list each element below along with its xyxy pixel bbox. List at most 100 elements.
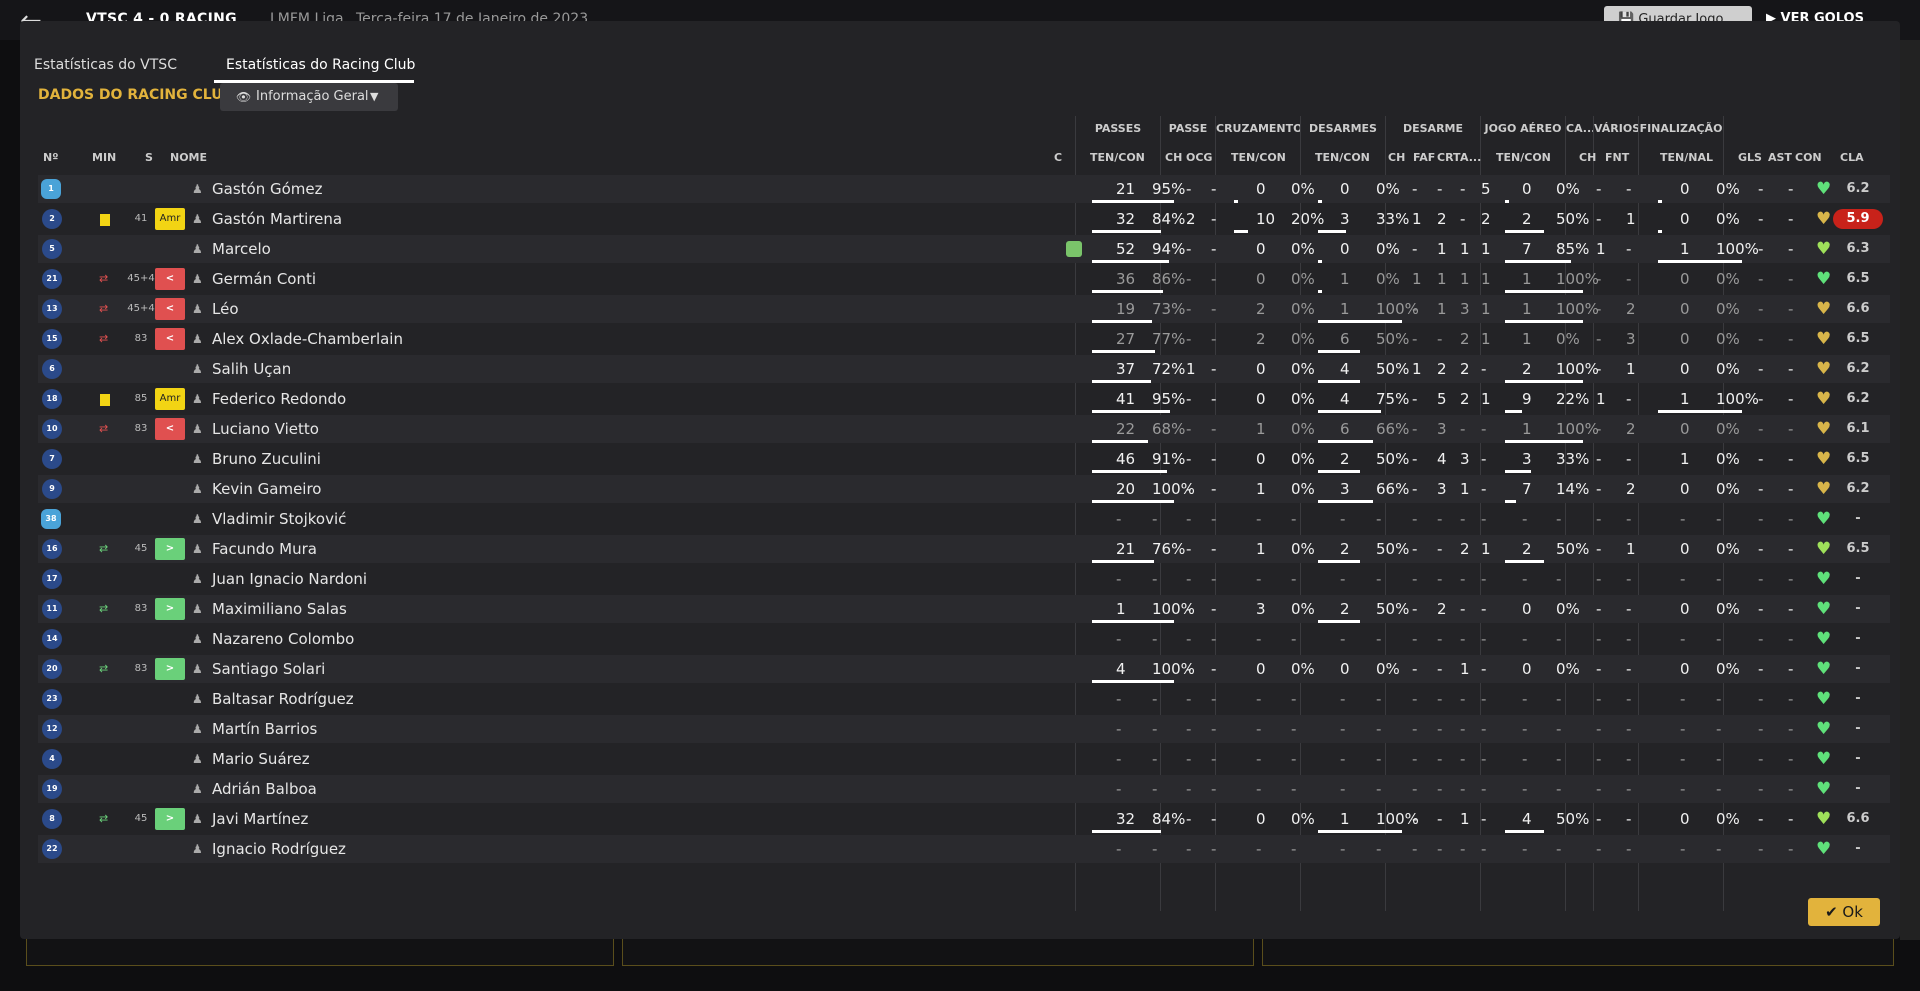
col-header-jogo-aereo[interactable]: TEN/CON [1496,151,1551,164]
table-row[interactable]: 15 ⇄ 83 < ♟ Alex Oxlade-Chamberlain 27 77% - -2 0%… [38,325,1890,353]
crosses-completed: 0% [1291,540,1315,558]
table-row[interactable]: 12 ♟ Martín Barrios - - - - - - - - - - - - - - - - - - - - ♥ - [38,715,1890,743]
view-selector[interactable]: 👁 Informação Geral ▼ [220,83,398,111]
col-header-ast[interactable]: AST [1768,151,1792,164]
stat-cell: - [1256,690,1262,708]
tab-vtsc-stats[interactable]: Estatísticas do VTSC [34,47,184,83]
player-name[interactable]: Baltasar Rodríguez [212,685,354,713]
crosses-completed: 0% [1291,360,1315,378]
stat-cell: - [1152,630,1158,648]
table-row[interactable]: 19 ♟ Adrián Balboa - - - - - - - - - - - - - - - - - - - - ♥ - [38,775,1890,803]
player-name[interactable]: Bruno Zuculini [212,445,321,473]
col-header-passe-ch[interactable]: CH [1165,151,1182,164]
morale-heart-icon: ♥ [1816,599,1832,619]
crosses-attempted: 2 [1256,330,1266,348]
col-header-faf[interactable]: FAF [1413,151,1435,164]
table-row[interactable]: 5 ♟ Marcelo 52 94% - -0 0% 0 0% -1 1 1 7 85% 1-1 100% - - ♥… [38,235,1890,263]
table-row[interactable]: 1 ♟ Gastón Gómez 21 95% - -0 0% 0 0% - - -5 0 0% - -0 0% -… [38,175,1890,203]
col-header-desarme-ch[interactable]: CH [1388,151,1405,164]
tackle-detail: 3 [1460,450,1470,468]
table-row[interactable]: 22 ♟ Ignacio Rodríguez - - - - - - - - - - - - - - - - - - - -… [38,835,1890,863]
col-header-gls[interactable]: GLS [1738,151,1762,164]
passes-completed: 91% [1152,450,1186,468]
aerial-attempted: 0 [1522,180,1532,198]
table-row[interactable]: 14 ♟ Nazareno Colombo - - - - - - - - - - - - - - - - - - - - ♥… [38,625,1890,653]
player-name[interactable]: Javi Martínez [212,805,308,833]
col-header-c[interactable]: C [1054,151,1062,164]
player-name[interactable]: Luciano Vietto [212,415,319,443]
col-header-cla[interactable]: CLA [1840,151,1864,164]
col-header-desarmes[interactable]: TEN/CON [1315,151,1370,164]
player-name[interactable]: Federico Redondo [212,385,346,413]
table-row[interactable]: 4 ♟ Mario Suárez - - - - - - - - - - - - - - - - - - - - ♥ - [38,745,1890,773]
passe-ocg: - [1211,330,1217,348]
player-name[interactable]: Facundo Mura [212,535,317,563]
aerial-attempted: 2 [1522,210,1532,228]
col-header-ca-ch[interactable]: CH [1579,151,1596,164]
shots-attempted: 1 [1680,390,1690,408]
col-header-fnt[interactable]: FNT [1605,151,1629,164]
stat-cell: - [1186,840,1192,858]
player-name[interactable]: Juan Ignacio Nardoni [212,565,367,593]
tackles-attempted: 4 [1340,390,1350,408]
goals: - [1758,540,1764,558]
player-name[interactable]: Martín Barrios [212,715,317,743]
table-row[interactable]: 8 ⇄ 45 > ♟ Javi Martínez 32 84% - -0 0% 1 100% - -1-4 5… [38,805,1890,833]
player-name[interactable]: Vladimir Stojković [212,505,346,533]
table-row[interactable]: 13 ⇄ 45+4 < ♟ Léo 19 73% - -2 0% 1 100% -1 3 1 1 100% -2 0 0… [38,295,1890,323]
col-header-finalizacao[interactable]: TEN/NAL [1660,151,1713,164]
tackle-detail: 1 [1481,240,1491,258]
col-header-cruzamentos[interactable]: TEN/CON [1231,151,1286,164]
col-header-min[interactable]: MIN [92,151,116,164]
table-row[interactable]: 9 ♟ Kevin Gameiro 20 100% - -1 0% 3 66% -3 1-7 14% -2… [38,475,1890,503]
passe-ch: - [1186,180,1192,198]
goals: - [1758,300,1764,318]
stat-cell: - [1376,570,1382,588]
player-name[interactable]: Marcelo [212,235,271,263]
table-row[interactable]: 6 ♟ Salih Uçan 37 72% 1-0 0% 4 50% 1 2 2-2 100% -1 0 0%… [38,355,1890,383]
col-header-number[interactable]: Nº [43,151,58,164]
ca-ch: - [1596,210,1602,228]
ok-button[interactable]: ✔ Ok [1808,898,1880,926]
player-name[interactable]: Gastón Gómez [212,175,322,203]
table-row[interactable]: 18 85 Amr ♟ Federico Redondo 41 95% - -0 0% 4 75% -5… [38,385,1890,413]
player-name[interactable]: Germán Conti [212,265,316,293]
player-name[interactable]: Salih Uçan [212,355,291,383]
tackle-detail: - [1481,450,1487,468]
player-name[interactable]: Santiago Solari [212,655,325,683]
col-header-ocg[interactable]: OCG [1186,151,1212,164]
tab-racing-stats[interactable]: Estatísticas do Racing Club [214,47,415,83]
stat-cell: - [1211,750,1217,768]
tackle-detail: - [1412,330,1418,348]
player-name[interactable]: Gastón Martirena [212,205,342,233]
table-row[interactable]: 2 41 Amr ♟ Gastón Martirena 32 84% 2-10 20% 3 33% 1… [38,205,1890,233]
table-row[interactable]: 7 ♟ Bruno Zuculini 46 91% - -0 0% 2 50% -4 3-3 33% - -… [38,445,1890,473]
table-row[interactable]: 16 ⇄ 45 > ♟ Facundo Mura 21 76% - -1 0% 2 50% - -2 1 2 50… [38,535,1890,563]
aerial-won: 0% [1556,180,1580,198]
player-name[interactable]: Adrián Balboa [212,775,317,803]
table-row[interactable]: 10 ⇄ 83 < ♟ Luciano Vietto 22 68% - -1 0% 6 66% -3- -1… [38,415,1890,443]
table-row[interactable]: 17 ♟ Juan Ignacio Nardoni - - - - - - - - - - - - - - - - -… [38,565,1890,593]
col-header-con[interactable]: CON [1795,151,1822,164]
col-header-name[interactable]: NOME [170,151,207,164]
shots-attempted: 0 [1680,540,1690,558]
player-name[interactable]: Ignacio Rodríguez [212,835,346,863]
player-name[interactable]: Léo [212,295,239,323]
person-icon: ♟ [192,782,203,796]
table-row[interactable]: 21 ⇄ 45+4 < ♟ Germán Conti 36 86% - -0 0% 1 0% 1 1 1 1 1 1… [38,265,1890,293]
player-name[interactable]: Alex Oxlade-Chamberlain [212,325,403,353]
col-header-a[interactable]: A... [1460,151,1481,164]
player-name[interactable]: Kevin Gameiro [212,475,321,503]
col-header-passes[interactable]: TEN/CON [1090,151,1145,164]
table-row[interactable]: 38 ♟ Vladimir Stojković - - - - - - - - - - - - - - - - - - -… [38,505,1890,533]
col-header-s[interactable]: S [145,151,153,164]
player-name[interactable]: Nazareno Colombo [212,625,354,653]
player-name[interactable]: Maximiliano Salas [212,595,347,623]
table-row[interactable]: 23 ♟ Baltasar Rodríguez - - - - - - - - - - - - - - - - - - -… [38,685,1890,713]
col-header-crt[interactable]: CRT [1437,151,1461,164]
person-icon: ♟ [192,392,203,406]
goals: - [1758,180,1764,198]
player-name[interactable]: Mario Suárez [212,745,310,773]
table-row[interactable]: 20 ⇄ 83 > ♟ Santiago Solari 4 100% - -0 0% 0 0% - -1-0… [38,655,1890,683]
table-row[interactable]: 11 ⇄ 83 > ♟ Maximiliano Salas 1 100% - -3 0% 2 50% -2… [38,595,1890,623]
